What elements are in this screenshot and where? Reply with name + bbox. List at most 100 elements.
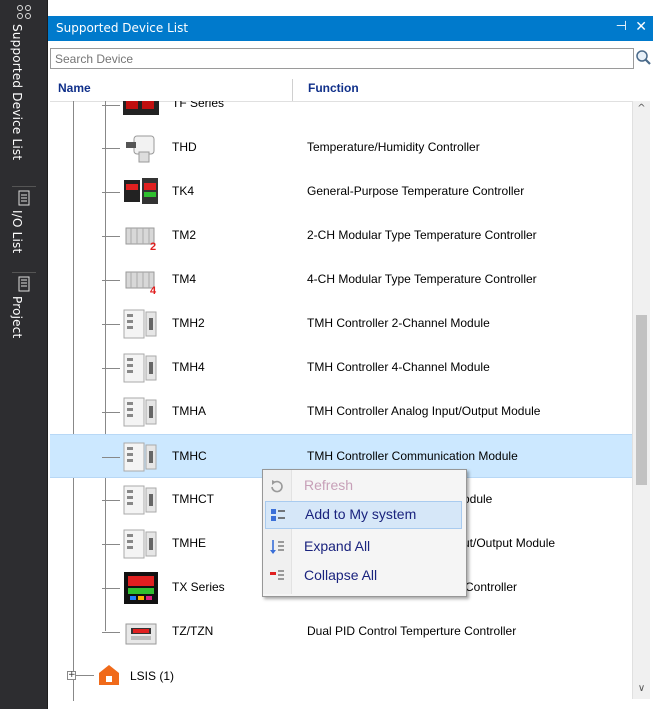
column-divider[interactable] <box>292 79 293 101</box>
tree-connector <box>102 500 120 501</box>
sidebar-divider <box>12 272 36 273</box>
tree-group-lsis[interactable]: + LSIS (1) <box>50 654 650 698</box>
device-row-tm2[interactable]: 2 TM2 2-CH Modular Type Temperature Cont… <box>50 214 650 258</box>
device-function: 4-CH Modular Type Temperature Controller <box>307 272 537 286</box>
svg-text:4: 4 <box>150 285 157 296</box>
device-function: Dual PID Control Temperture Controller <box>307 624 517 638</box>
search-icon[interactable] <box>634 47 653 69</box>
tk4-thumb <box>124 178 158 204</box>
project-icon <box>18 276 30 292</box>
sidebar-tab-io-list[interactable]: I/O List <box>0 190 48 270</box>
menu-item-label: Collapse All <box>304 567 378 583</box>
group-name: LSIS (1) <box>130 669 175 683</box>
supported-device-panel: Supported Device List ⊣ ✕ Name Function … <box>48 0 653 709</box>
tmh-module-thumb <box>123 353 157 383</box>
tz-thumb <box>125 623 157 645</box>
device-function: TMH Controller 2-Channel Module <box>307 316 490 330</box>
menu-item-label: Add to My system <box>305 506 417 522</box>
device-function: TMH Controller Communication Module <box>307 449 518 463</box>
expand-all-icon <box>270 540 284 554</box>
device-row-tmh4[interactable]: TMH4 TMH Controller 4-Channel Module <box>50 346 650 390</box>
tmh-module-thumb <box>123 442 157 472</box>
tree-connector <box>76 675 94 676</box>
device-function: TMH Controller Analog Input/Output Modul… <box>307 404 541 418</box>
device-row-tmha[interactable]: TMHA TMH Controller Analog Input/Output … <box>50 390 650 434</box>
list-header: Name Function <box>50 79 650 102</box>
sidebar-tab-label: Supported Device List <box>10 24 24 161</box>
io-list-icon <box>18 190 30 206</box>
device-function: Controller <box>465 580 518 594</box>
device-name: TMHC <box>172 449 207 463</box>
close-icon[interactable]: ✕ <box>635 19 647 35</box>
menu-item-expand-all[interactable]: Expand All <box>263 533 464 561</box>
tree-connector <box>102 632 120 633</box>
device-function: TMH Controller 4-Channel Module <box>307 360 490 374</box>
device-row-tf-series[interactable]: TF Series <box>50 101 650 125</box>
menu-item-label: Refresh <box>304 477 354 493</box>
menu-item-refresh[interactable]: Refresh <box>263 472 464 500</box>
device-tree: TF Series THD Temperature/Humidity Contr… <box>50 101 650 701</box>
device-list-icon <box>17 5 31 19</box>
tree-connector <box>102 457 120 458</box>
device-name: TMHCT <box>172 492 214 506</box>
add-system-icon <box>271 509 285 521</box>
panel-titlebar: Supported Device List ⊣ ✕ <box>48 16 653 41</box>
menu-item-add-to-my-system[interactable]: Add to My system <box>265 501 462 529</box>
svg-text:2: 2 <box>150 241 156 252</box>
vertical-scrollbar[interactable]: ^ ∨ <box>632 101 650 699</box>
menu-item-label: Expand All <box>304 538 371 554</box>
device-name: TMH4 <box>172 360 205 374</box>
sidebar-tab-supported-device-list[interactable]: Supported Device List <box>0 4 48 184</box>
tree-connector <box>102 588 120 589</box>
device-name: TM2 <box>172 228 196 242</box>
home-icon <box>99 665 119 685</box>
tree-connector <box>102 412 120 413</box>
device-name: TMHE <box>172 536 206 550</box>
tree-connector <box>102 148 120 149</box>
device-row-tk4[interactable]: TK4 General-Purpose Temperature Controll… <box>50 170 650 214</box>
menu-item-collapse-all[interactable]: Collapse All <box>263 562 464 590</box>
column-header-name[interactable]: Name <box>58 81 91 95</box>
device-name: TX Series <box>172 580 225 594</box>
tf-series-thumb <box>123 101 159 115</box>
device-function: ut/Output Module <box>463 536 556 550</box>
sidebar-tab-label: I/O List <box>10 210 24 254</box>
collapse-all-icon <box>270 570 284 580</box>
expand-toggle[interactable]: + <box>67 671 76 680</box>
device-function: General-Purpose Temperature Controller <box>307 184 525 198</box>
device-row-tmh2[interactable]: TMH2 TMH Controller 2-Channel Module <box>50 302 650 346</box>
refresh-icon <box>271 480 283 493</box>
tmh-module-thumb <box>123 309 157 339</box>
device-name: TMHA <box>172 404 206 418</box>
device-row-thd[interactable]: THD Temperature/Humidity Controller <box>50 126 650 170</box>
panel-title: Supported Device List <box>56 21 189 35</box>
column-header-function[interactable]: Function <box>308 81 359 95</box>
sidebar-tab-label: Project <box>10 296 24 339</box>
device-name: THD <box>172 140 197 154</box>
tree-connector <box>102 192 120 193</box>
device-name: TM4 <box>172 272 196 286</box>
sidebar-tab-project[interactable]: Project <box>0 276 48 356</box>
scroll-thumb[interactable] <box>636 315 647 485</box>
scroll-up-icon[interactable]: ^ <box>633 103 650 117</box>
tree-connector <box>102 280 120 281</box>
context-menu: Refresh Add to My system Expand All Coll… <box>262 469 467 597</box>
device-name: TK4 <box>172 184 195 198</box>
thd-thumb <box>126 135 155 163</box>
search-input[interactable] <box>51 49 629 68</box>
tree-connector <box>102 105 120 106</box>
tx-series-thumb <box>124 572 158 604</box>
pin-icon[interactable]: ⊣ <box>616 19 627 34</box>
tree-connector <box>102 544 120 545</box>
device-row-tm4[interactable]: 4 TM4 4-CH Modular Type Temperature Cont… <box>50 258 650 302</box>
tmh-module-thumb <box>123 397 157 427</box>
device-row-tz-tzn[interactable]: TZ/TZN Dual PID Control Temperture Contr… <box>50 610 650 654</box>
tmh-module-thumb <box>123 529 157 559</box>
tree-connector <box>102 368 120 369</box>
scroll-down-icon[interactable]: ∨ <box>633 683 650 697</box>
device-name: TMH2 <box>172 316 205 330</box>
tree-connector <box>102 236 120 237</box>
sidebar-divider <box>12 186 36 187</box>
tm2-thumb: 2 <box>125 227 156 252</box>
side-toolbar: Supported Device List I/O List Project <box>0 0 48 709</box>
